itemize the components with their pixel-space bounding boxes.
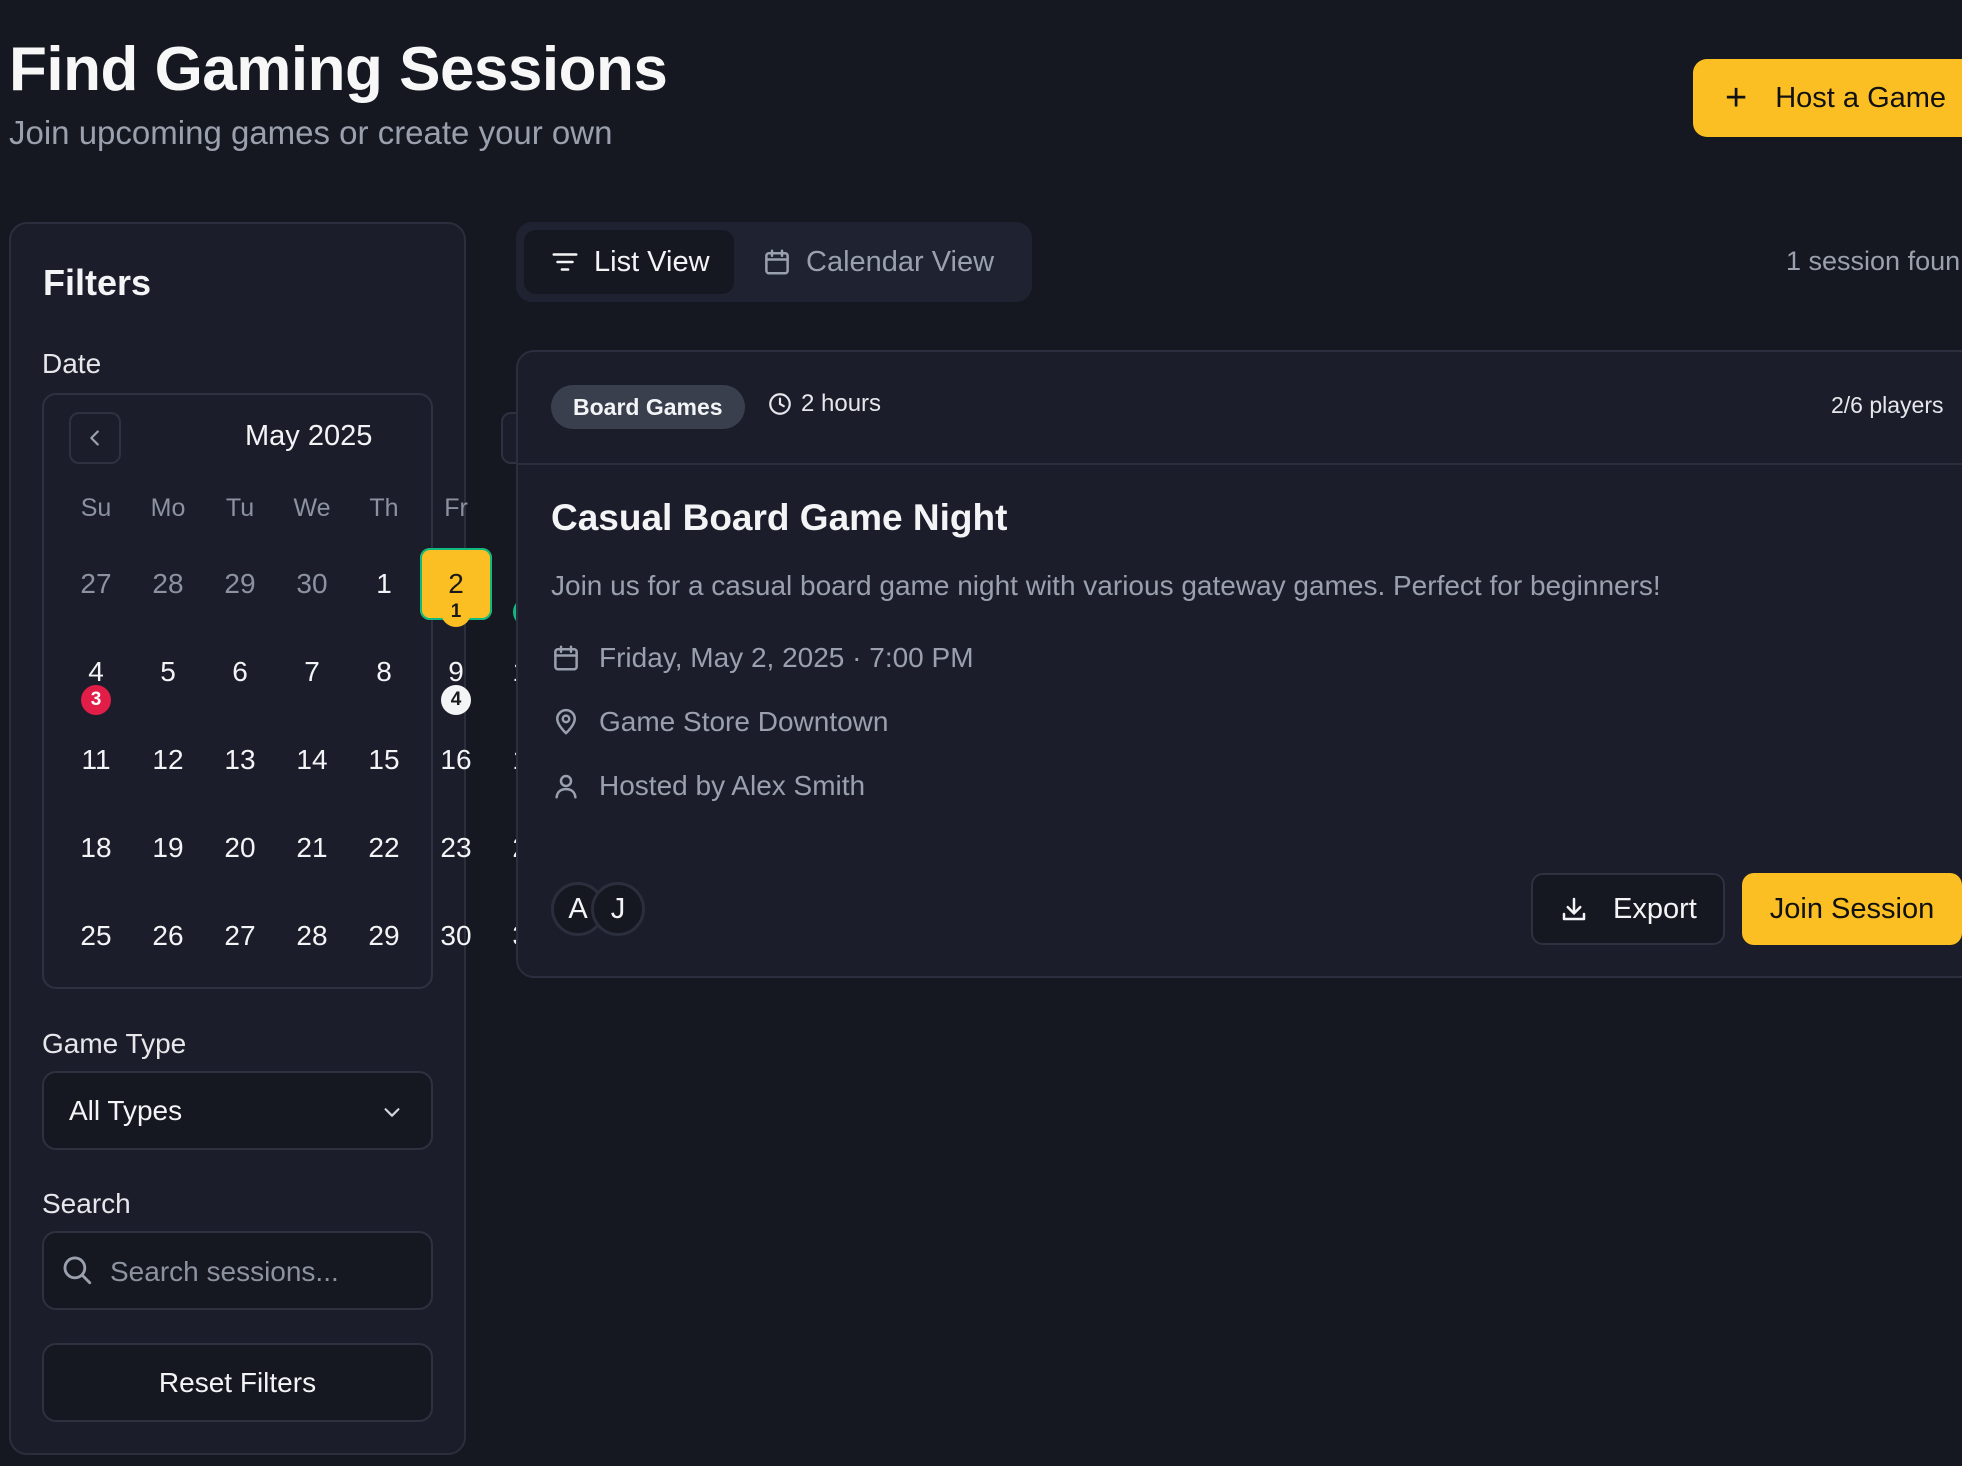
- session-card: Board Games 2 hours 2/6 players Casual B…: [516, 350, 1962, 978]
- avatar: J: [591, 882, 645, 936]
- calendar-day[interactable]: 29: [348, 900, 420, 972]
- session-card-header: Board Games 2 hours 2/6 players: [518, 352, 1962, 465]
- date-label: Date: [42, 348, 102, 379]
- host-game-label: Host a Game: [1775, 81, 1947, 114]
- calendar-day[interactable]: 13: [204, 724, 276, 796]
- tab-list-view[interactable]: List View: [524, 230, 734, 294]
- filters-heading: Filters: [43, 262, 152, 303]
- session-datetime: Friday, May 2, 2025 · 7:00 PM: [551, 642, 974, 674]
- list-view-label: List View: [594, 245, 710, 278]
- reset-filters-button[interactable]: Reset Filters: [42, 1343, 433, 1422]
- plus-icon: +: [1725, 77, 1748, 119]
- map-pin-icon: [556, 708, 576, 735]
- game-type-label: Game Type: [42, 1028, 187, 1059]
- calendar-day[interactable]: 27: [60, 548, 132, 620]
- search-input[interactable]: [108, 1249, 412, 1295]
- calendar-day[interactable]: 30: [420, 900, 492, 972]
- session-description: Join us for a casual board game night wi…: [551, 570, 1661, 601]
- calendar-day[interactable]: 25: [60, 900, 132, 972]
- location-text: Game Store Downtown: [599, 706, 889, 737]
- download-icon: [1562, 897, 1586, 921]
- game-type-select[interactable]: All Types: [42, 1071, 433, 1150]
- session-host: Hosted by Alex Smith: [551, 770, 865, 802]
- calendar-day[interactable]: 7: [276, 636, 348, 708]
- calendar-day[interactable]: 5: [132, 636, 204, 708]
- session-count-badge: 1: [441, 597, 471, 627]
- calendar-day[interactable]: 14: [276, 724, 348, 796]
- calendar-icon: [765, 249, 789, 275]
- chevron-left-icon: [90, 430, 99, 446]
- players-count: 2/6 players: [1831, 392, 1944, 418]
- filter-lines-icon: [552, 253, 578, 271]
- calendar-day[interactable]: 27: [204, 900, 276, 972]
- search-field: [42, 1231, 433, 1310]
- category-badge: Board Games: [551, 385, 745, 429]
- weekday-header: We: [293, 494, 331, 522]
- weekday-header: Su: [80, 494, 112, 522]
- calendar-day[interactable]: 18: [60, 812, 132, 884]
- session-count-badge: 4: [441, 685, 471, 715]
- game-type-value: All Types: [69, 1094, 183, 1126]
- export-button[interactable]: Export: [1531, 873, 1725, 945]
- calendar-day[interactable]: 16: [420, 724, 492, 796]
- weekday-header: Tu: [225, 494, 255, 522]
- chevron-down-icon: [384, 1108, 400, 1117]
- calendar-day[interactable]: 26: [132, 900, 204, 972]
- user-icon: [555, 774, 577, 799]
- calendar-day[interactable]: 12: [132, 724, 204, 796]
- calendar-day[interactable]: 28: [276, 900, 348, 972]
- calendar-day[interactable]: 29: [204, 548, 276, 620]
- calendar-day[interactable]: 19: [132, 812, 204, 884]
- clock-icon: [769, 393, 791, 415]
- view-toggle: List View Calendar View: [516, 222, 1032, 302]
- results-count: 1 session foun: [1786, 246, 1961, 276]
- calendar-day[interactable]: 6: [204, 636, 276, 708]
- prev-month-button[interactable]: [69, 412, 121, 464]
- calendar-day[interactable]: 28: [132, 548, 204, 620]
- join-session-button[interactable]: Join Session: [1742, 873, 1962, 945]
- calendar-day[interactable]: 8: [348, 636, 420, 708]
- weekday-header: Fr: [444, 494, 468, 522]
- calendar-day[interactable]: 22: [348, 812, 420, 884]
- calendar-icon: [554, 645, 578, 671]
- session-count-badge: 3: [81, 685, 111, 715]
- host-game-button[interactable]: + Host a Game: [1693, 59, 1962, 137]
- search-label: Search: [42, 1188, 131, 1219]
- calendar-day[interactable]: 23: [420, 812, 492, 884]
- weekday-header: Mo: [150, 494, 186, 522]
- calendar-day[interactable]: 11: [60, 724, 132, 796]
- duration-text: 2 hours: [801, 390, 882, 417]
- export-label: Export: [1613, 892, 1697, 925]
- datetime-text: Friday, May 2, 2025 · 7:00 PM: [599, 642, 974, 673]
- page-subtitle: Join upcoming games or create your own: [9, 114, 613, 151]
- calendar-day[interactable]: 15: [348, 724, 420, 796]
- host-text: Hosted by Alex Smith: [599, 770, 866, 801]
- calendar-day[interactable]: 1: [348, 548, 420, 620]
- calendar-view-label: Calendar View: [806, 245, 995, 278]
- tab-calendar-view[interactable]: Calendar View: [762, 230, 994, 294]
- weekday-header: Th: [369, 494, 399, 522]
- duration: 2 hours: [767, 390, 881, 418]
- calendar-day[interactable]: 21: [276, 812, 348, 884]
- calendar-day[interactable]: 30: [276, 548, 348, 620]
- calendar-day[interactable]: 20: [204, 812, 276, 884]
- calendar-month: May 2025: [245, 420, 373, 452]
- page-title: Find Gaming Sessions: [9, 35, 668, 104]
- session-title: Casual Board Game Night: [551, 497, 1008, 538]
- session-location: Game Store Downtown: [551, 706, 888, 738]
- search-icon: [63, 1256, 92, 1285]
